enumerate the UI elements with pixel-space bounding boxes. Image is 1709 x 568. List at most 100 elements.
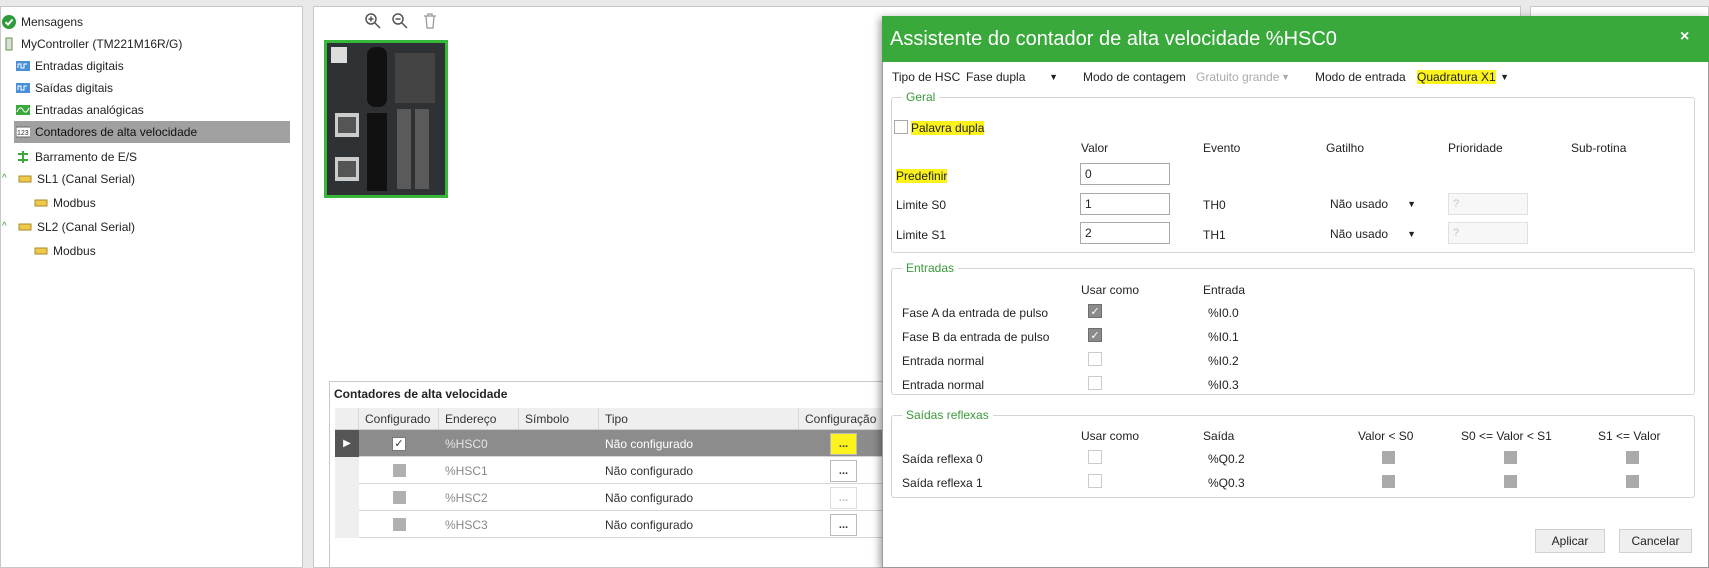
tree-item-label: Modbus bbox=[53, 196, 96, 210]
config-button[interactable]: ... bbox=[830, 513, 857, 536]
tree-item-digital-outputs[interactable]: Saídas digitais bbox=[16, 77, 113, 99]
col-output: Saída bbox=[1203, 429, 1235, 443]
trash-icon[interactable] bbox=[421, 12, 439, 30]
controller-image[interactable] bbox=[324, 40, 448, 198]
apply-button[interactable]: Aplicar bbox=[1535, 529, 1605, 553]
close-icon[interactable]: × bbox=[1680, 28, 1689, 46]
table-row[interactable]: %HSC3 Não configurado ... bbox=[335, 511, 907, 538]
double-word-label: Palavra dupla bbox=[911, 121, 985, 135]
count-mode-value: Gratuito grande bbox=[1196, 70, 1280, 84]
config-button[interactable]: ... bbox=[830, 432, 857, 455]
dialog-title: Assistente do contador de alta velocidad… bbox=[882, 16, 1709, 62]
s0-input[interactable]: 1 bbox=[1080, 193, 1170, 215]
reflex-use-checkbox[interactable] bbox=[1088, 474, 1102, 488]
configured-checkbox[interactable] bbox=[359, 484, 439, 511]
tree-item-label: Modbus bbox=[53, 244, 96, 258]
hsc-panel-title: Contadores de alta velocidade bbox=[334, 387, 508, 401]
s0-priority-input: ? bbox=[1448, 193, 1528, 215]
svg-text:123: 123 bbox=[17, 130, 29, 137]
reflex-use-checkbox[interactable] bbox=[1088, 450, 1102, 464]
digital-output-icon bbox=[16, 81, 30, 95]
input-mode-select[interactable]: Quadratura X1 ▼ bbox=[1413, 67, 1513, 87]
col-priority: Prioridade bbox=[1448, 141, 1503, 155]
s0-label: Limite S0 bbox=[896, 198, 947, 212]
table-row[interactable]: %HSC2 Não configurado ... bbox=[335, 484, 907, 511]
input-use-checkbox[interactable] bbox=[1088, 352, 1102, 366]
count-mode-select: Gratuito grande ▼ bbox=[1192, 67, 1294, 87]
configured-checkbox[interactable] bbox=[359, 457, 439, 484]
reflex-outputs-group bbox=[891, 415, 1695, 498]
tree-item-label: MyController (TM221M16R/G) bbox=[21, 37, 183, 51]
hsc-type-value: Fase dupla bbox=[966, 70, 1026, 84]
tree-item-modbus-1[interactable]: Modbus bbox=[34, 192, 96, 214]
tree-item-label: Contadores de alta velocidade bbox=[35, 125, 198, 139]
type-cell: Não configurado bbox=[605, 490, 694, 505]
s0-trigger-select[interactable]: Não usado ▼ bbox=[1326, 194, 1420, 214]
col-header-symbol[interactable]: Símbolo bbox=[519, 408, 599, 430]
input-use-checkbox[interactable]: ✓ bbox=[1088, 328, 1102, 342]
hsc-type-select[interactable]: Fase dupla ▼ bbox=[962, 67, 1062, 87]
type-cell: Não configurado bbox=[605, 463, 694, 478]
input-mode-value: Quadratura X1 bbox=[1417, 70, 1496, 84]
input-use-checkbox[interactable] bbox=[1088, 376, 1102, 390]
tree-item-messages[interactable]: Mensagens bbox=[2, 11, 83, 33]
double-word-checkbox[interactable] bbox=[894, 120, 908, 134]
tree-item-hsc[interactable]: 123 Contadores de alta velocidade bbox=[14, 121, 290, 143]
hsc-type-label: Tipo de HSC bbox=[892, 70, 961, 84]
tree-item-label: SL1 (Canal Serial) bbox=[37, 172, 136, 186]
zoom-in-icon[interactable] bbox=[364, 12, 382, 30]
zoom-out-icon[interactable] bbox=[391, 12, 409, 30]
config-button[interactable]: ... bbox=[830, 459, 857, 482]
s0-event: TH0 bbox=[1203, 198, 1226, 212]
type-cell: Não configurado bbox=[605, 436, 694, 451]
address-cell: %HSC1 bbox=[445, 463, 488, 478]
col-input: Entrada bbox=[1203, 283, 1246, 297]
geral-title: Geral bbox=[902, 90, 940, 104]
tree-item-controller[interactable]: MyController (TM221M16R/G) bbox=[2, 33, 182, 55]
table-row[interactable]: %HSC1 Não configurado ... bbox=[335, 457, 907, 484]
tree-item-io-bus[interactable]: Barramento de E/S bbox=[16, 146, 137, 168]
expand-icon[interactable]: ^ bbox=[2, 221, 7, 232]
input-use-checkbox[interactable]: ✓ bbox=[1088, 304, 1102, 318]
expand-icon[interactable]: ^ bbox=[2, 173, 7, 184]
input-mode-label: Modo de entrada bbox=[1315, 70, 1406, 84]
geral-group bbox=[891, 97, 1695, 253]
col-gt-s1: S1 <= Valor bbox=[1598, 429, 1661, 443]
cancel-button[interactable]: Cancelar bbox=[1619, 529, 1692, 553]
tree-item-label: Saídas digitais bbox=[35, 81, 114, 95]
address-cell: %HSC2 bbox=[445, 490, 488, 505]
tree-item-sl2[interactable]: SL2 (Canal Serial) bbox=[18, 216, 135, 238]
s1-priority-input: ? bbox=[1448, 222, 1528, 244]
config-cell: ... bbox=[830, 484, 857, 511]
s1-input[interactable]: 2 bbox=[1080, 222, 1170, 244]
type-cell: Não configurado bbox=[605, 517, 694, 532]
input-row-address: %I0.1 bbox=[1208, 330, 1239, 344]
table-row[interactable]: ▶ ✓ %HSC0 Não configurado ... bbox=[335, 430, 907, 457]
chevron-down-icon: ▼ bbox=[1407, 229, 1416, 239]
input-row-address: %I0.0 bbox=[1208, 306, 1239, 320]
digital-input-icon bbox=[16, 59, 30, 73]
input-row-address: %I0.3 bbox=[1208, 378, 1239, 392]
col-header-type[interactable]: Tipo bbox=[599, 408, 799, 430]
tree-item-sl1[interactable]: SL1 (Canal Serial) bbox=[18, 168, 135, 190]
chevron-down-icon: ▼ bbox=[1049, 72, 1058, 82]
chevron-down-icon: ▼ bbox=[1500, 72, 1509, 82]
tree-item-analog-inputs[interactable]: Entradas analógicas bbox=[16, 99, 144, 121]
config-button[interactable]: ... bbox=[830, 486, 857, 509]
serial-icon bbox=[18, 172, 32, 186]
config-cell: ... bbox=[830, 457, 857, 484]
row-header-corner bbox=[335, 408, 359, 430]
configured-checkbox[interactable] bbox=[359, 511, 439, 538]
configured-checkbox[interactable]: ✓ bbox=[359, 430, 439, 457]
tree-item-digital-inputs[interactable]: Entradas digitais bbox=[16, 55, 124, 77]
s1-trigger-select[interactable]: Não usado ▼ bbox=[1326, 224, 1420, 244]
col-header-address[interactable]: Endereço bbox=[439, 408, 519, 430]
tree-item-label: SL2 (Canal Serial) bbox=[37, 220, 136, 234]
preset-input[interactable]: 0 bbox=[1080, 163, 1170, 185]
chevron-down-icon: ▼ bbox=[1407, 199, 1416, 209]
modbus-icon bbox=[34, 244, 48, 258]
col-event: Evento bbox=[1203, 141, 1241, 155]
col-header-configured[interactable]: Configurado bbox=[359, 408, 439, 430]
tree-item-modbus-2[interactable]: Modbus bbox=[34, 240, 96, 262]
analog-input-icon bbox=[16, 103, 30, 117]
